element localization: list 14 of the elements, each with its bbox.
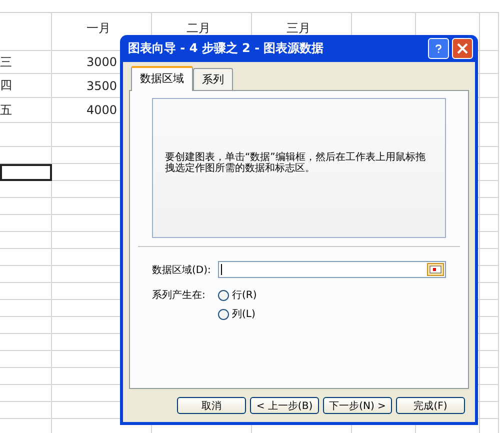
- field-label: 数据区域(D):: [152, 264, 212, 276]
- table-cell: 五: [0, 98, 52, 123]
- field-label: 系列产生在:: [152, 288, 206, 303]
- table-cell: 三: [0, 51, 52, 74]
- dialog-button[interactable]: < 上一步(B): [250, 397, 319, 414]
- radio-option[interactable]: 行(R): [218, 288, 257, 302]
- tab[interactable]: 数据区域: [131, 66, 193, 91]
- dialog-button[interactable]: 完成(F): [396, 397, 465, 414]
- table-cell: 四: [0, 74, 52, 98]
- radio-option[interactable]: 列(L): [218, 307, 257, 321]
- dialog-button[interactable]: 下一步(N) >: [323, 397, 392, 414]
- dialog-button[interactable]: 取消: [177, 397, 246, 414]
- instruction-text: 要创建图表，单击“数据”编辑框，然后在工作表上用鼠标拖拽选定作图所需的数据和标志区。: [165, 152, 426, 174]
- tab[interactable]: 系列: [193, 68, 233, 90]
